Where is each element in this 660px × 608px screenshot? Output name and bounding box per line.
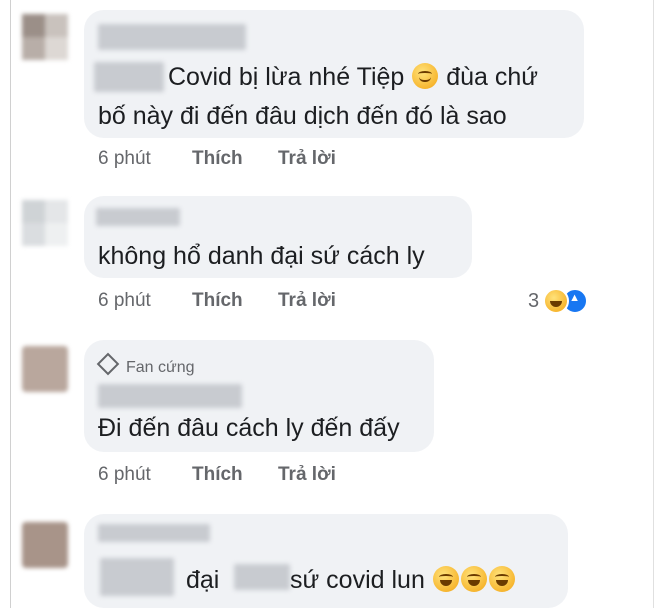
reaction-count: 3 — [528, 289, 540, 312]
mention-blurred — [94, 62, 164, 92]
comment-text-line: sứ covid lun — [290, 562, 516, 598]
haha-icon — [543, 288, 570, 314]
badge-label: Fan cứng — [126, 359, 195, 376]
avatar[interactable] — [22, 14, 68, 60]
tear-smile-emoji-icon — [412, 63, 439, 89]
comment-text: không hổ danh đại sứ cách ly — [98, 242, 425, 270]
reply-link[interactable]: Trả lời — [278, 464, 336, 486]
like-link[interactable]: Thích — [192, 464, 243, 486]
like-link[interactable]: Thích — [192, 148, 243, 170]
timestamp[interactable]: 6 phút — [98, 148, 151, 170]
avatar[interactable] — [22, 200, 68, 246]
comment-text-part: đùa chứ — [446, 63, 539, 91]
comment-text-line-2: bố này đi đến đâu dịch đến đó là sao — [98, 102, 507, 130]
left-border — [10, 0, 11, 608]
author-name-blurred[interactable] — [96, 208, 180, 226]
comment-text: Đi đến đâu cách ly đến đấy — [98, 414, 400, 442]
fan-badge: Fan cứng — [96, 352, 195, 377]
timestamp[interactable]: 6 phút — [98, 290, 151, 312]
reply-link[interactable]: Trả lời — [278, 148, 336, 170]
inline-text-blurred — [234, 564, 290, 590]
rofl-emoji-icon — [460, 566, 487, 592]
comment-text-part: đại — [186, 566, 220, 594]
comment-text-line-1: Covid bị lừa nhé Tiệp đùa chứ — [168, 59, 538, 95]
comment-text-part: sứ covid lun — [290, 566, 425, 594]
like-link[interactable]: Thích — [192, 290, 243, 312]
mention-blurred — [100, 558, 174, 596]
rofl-emoji-icon — [432, 566, 459, 592]
author-name-blurred[interactable] — [98, 24, 246, 50]
avatar[interactable] — [22, 522, 68, 568]
timestamp[interactable]: 6 phút — [98, 464, 151, 486]
avatar[interactable] — [22, 346, 68, 392]
diamond-icon — [96, 352, 120, 376]
reply-link[interactable]: Trả lời — [278, 290, 336, 312]
comment-text-part: Covid bị lừa nhé Tiệp — [168, 63, 405, 91]
rofl-emoji-icon — [488, 566, 515, 592]
author-name-blurred[interactable] — [98, 384, 242, 408]
reaction-summary[interactable]: 3 — [528, 288, 589, 314]
right-border — [653, 0, 654, 608]
author-name-blurred[interactable] — [98, 524, 210, 542]
